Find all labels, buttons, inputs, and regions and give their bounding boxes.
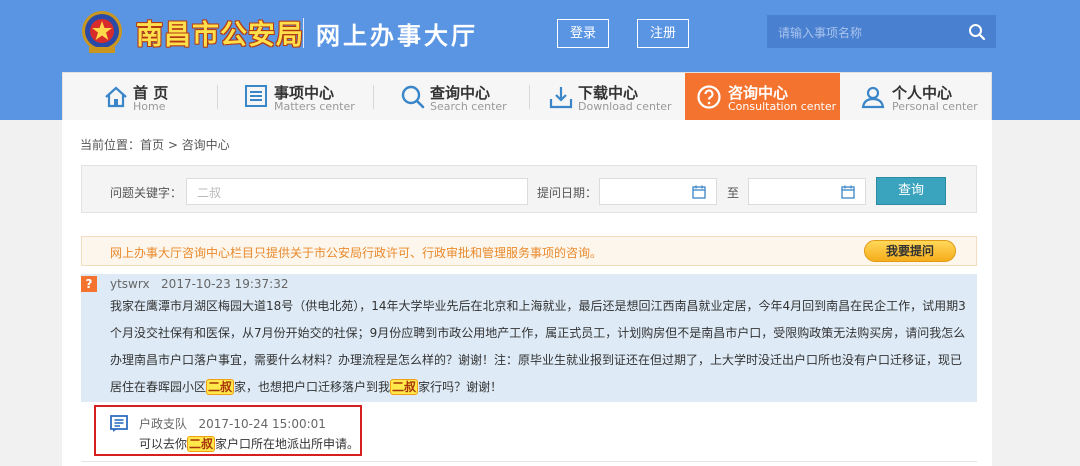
search-box[interactable]: 请输入事项名称 [767, 15, 996, 48]
date-from-input[interactable] [599, 178, 717, 205]
answer-text-part: 家户口所在地派出所申请。 [215, 437, 360, 451]
answer-meta: 户政支队 2017-10-24 15:00:01 [139, 415, 326, 432]
filter-bar: 问题关键字： 二叔 提问日期： 至 查询 [81, 165, 977, 213]
nav-item-home[interactable]: 首 页 Home [63, 73, 217, 121]
nav-item-search[interactable]: 查询中心 Search center [374, 73, 529, 121]
brand-divider [303, 18, 304, 48]
keyword-input[interactable]: 二叔 [186, 178, 528, 205]
list-icon [245, 85, 267, 107]
nav-sublabel: Download center [578, 100, 672, 113]
main-nav: 首 页 Home 事项中心 Matters center 查询中心 Search… [62, 72, 993, 121]
question-time: 2017-10-23 19:37:32 [161, 277, 289, 291]
keyword-highlight: 二叔 [206, 379, 235, 395]
search-icon [401, 85, 425, 109]
question-user[interactable]: ytswrx [110, 277, 150, 291]
answer-author: 户政支队 [139, 417, 188, 431]
nav-item-download[interactable]: 下载中心 Download center [530, 73, 685, 121]
nav-sublabel: Home [133, 100, 166, 113]
date-to-input[interactable] [748, 178, 866, 205]
brand-title: 南昌市公安局 [136, 20, 304, 51]
home-icon [105, 86, 127, 108]
search-icon[interactable] [968, 23, 986, 41]
keyword-value: 二叔 [197, 186, 222, 200]
item-divider [81, 461, 977, 462]
notice-text: 网上办事大厅咨询中心栏目只提供关于市公安局行政许可、行政审批和管理服务事项的咨询… [110, 246, 603, 260]
search-input[interactable]: 请输入事项名称 [778, 24, 862, 41]
to-label: 至 [727, 186, 740, 200]
question-text: 家行吗？谢谢！ [418, 380, 503, 394]
nav-sublabel: Consultation center [728, 100, 837, 113]
user-icon [861, 86, 885, 109]
hall-title: 网上办事大厅 [316, 21, 478, 50]
question-body: 我家在鹰潭市月湖区梅园大道18号（供电北苑），14年大学毕业先后在北京和上海就业… [110, 293, 972, 401]
breadcrumb: 当前位置：首页 > 咨询中心 [80, 138, 230, 152]
keyword-label: 问题关键字： [110, 186, 183, 200]
ask-question-button[interactable]: 我要提问 [864, 240, 956, 262]
reply-icon [110, 415, 128, 432]
calendar-icon[interactable] [841, 185, 855, 199]
date-label: 提问日期： [537, 186, 598, 200]
answer-time: 2017-10-24 15:00:01 [198, 417, 326, 431]
nav-item-personal[interactable]: 个人中心 Personal center [840, 73, 993, 121]
keyword-highlight: 二叔 [187, 436, 216, 452]
nav-item-matters[interactable]: 事项中心 Matters center [218, 73, 373, 121]
question-text: 家，也想把户口迁移落户到我 [234, 380, 391, 394]
question-mark-icon: ? [81, 276, 97, 292]
query-button[interactable]: 查询 [876, 177, 946, 205]
question-item: ? ytswrx 2017-10-23 19:37:32 我家在鹰潭市月湖区梅园… [81, 274, 977, 402]
nav-sublabel: Search center [430, 100, 507, 113]
nav-sublabel: Personal center [892, 100, 978, 113]
police-emblem-icon [82, 11, 122, 53]
nav-sublabel: Matters center [274, 100, 355, 113]
calendar-icon[interactable] [692, 185, 706, 199]
keyword-highlight: 二叔 [390, 379, 419, 395]
question-meta: ytswrx 2017-10-23 19:37:32 [110, 277, 289, 291]
nav-item-consultation[interactable]: 咨询中心 Consultation center [685, 73, 840, 121]
register-button[interactable]: 注册 [637, 19, 689, 48]
question-icon [697, 85, 721, 109]
answer-text-part: 可以去你 [139, 437, 188, 451]
login-button[interactable]: 登录 [557, 19, 609, 48]
answer-text: 可以去你 二叔 家户口所在地派出所申请。 [139, 435, 359, 452]
notice-bar: 网上办事大厅咨询中心栏目只提供关于市公安局行政许可、行政审批和管理服务事项的咨询… [81, 236, 977, 266]
download-icon [549, 87, 573, 109]
